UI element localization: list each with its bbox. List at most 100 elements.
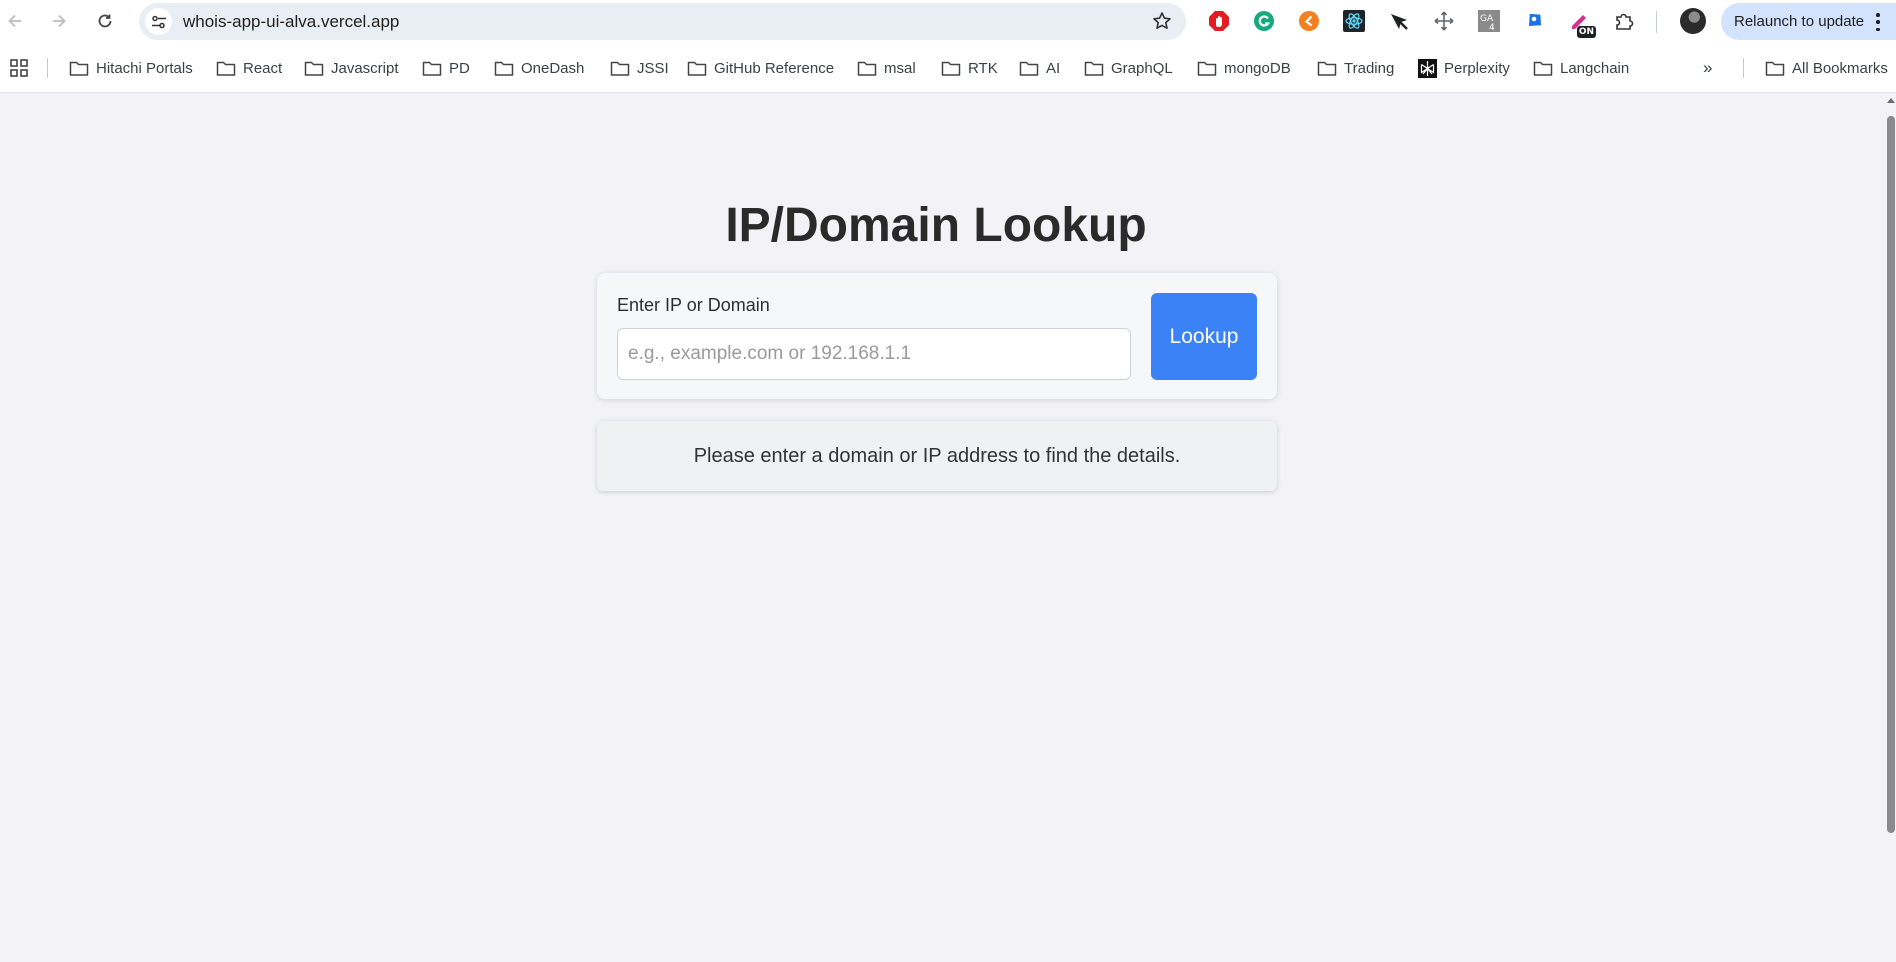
bookmark-react[interactable]: React <box>216 57 282 79</box>
forward-arrow-icon <box>53 14 66 28</box>
bookmarks-separator <box>1743 58 1744 78</box>
bookmark-perplexity[interactable]: Perplexity <box>1418 57 1510 79</box>
bookmark-label: JSSI <box>637 59 669 77</box>
move-cursor-icon <box>1434 11 1454 31</box>
bookmark-msal[interactable]: msal <box>857 57 916 79</box>
bookmark-github-reference[interactable]: GitHub Reference <box>687 57 834 79</box>
ga4-icon: GA4 <box>1478 10 1500 32</box>
more-menu-icon[interactable] <box>1875 13 1881 31</box>
react-devtools-icon <box>1343 10 1365 32</box>
bookmark-label: Langchain <box>1560 59 1630 77</box>
bookmark-trading[interactable]: Trading <box>1317 57 1394 79</box>
ga4-extension[interactable]: GA 4 <box>1477 9 1501 33</box>
profile-avatar[interactable] <box>1680 8 1706 34</box>
folder-icon <box>1197 61 1217 76</box>
scroll-thumb[interactable] <box>1887 116 1895 833</box>
bookmark-rtk[interactable]: RTK <box>941 57 998 79</box>
folder-icon <box>1019 61 1039 76</box>
page-title: IP/Domain Lookup <box>725 199 1147 252</box>
black-extension[interactable] <box>1387 9 1411 33</box>
bookmark-jssi[interactable]: JSSI <box>610 57 669 79</box>
folder-icon <box>1084 61 1104 76</box>
folder-icon <box>216 61 236 76</box>
bookmark-label: Javascript <box>331 59 399 77</box>
folder-icon <box>1765 61 1785 76</box>
reload-button[interactable] <box>91 8 119 34</box>
bookmark-mongodb[interactable]: mongoDB <box>1197 57 1291 79</box>
back-arrow-icon <box>8 14 21 28</box>
all-bookmarks-label: All Bookmarks <box>1792 59 1888 77</box>
folder-icon <box>304 61 324 76</box>
bookmarks-separator <box>47 58 48 78</box>
bookmark-label: GraphQL <box>1111 59 1173 77</box>
bookmark-star-button[interactable] <box>1152 11 1172 36</box>
bookmark-label: mongoDB <box>1224 59 1291 77</box>
lookup-button[interactable]: Lookup <box>1151 293 1257 380</box>
grammarly-extension[interactable] <box>1252 9 1276 33</box>
on-badge: ON <box>1576 26 1596 38</box>
url-text: whois-app-ui-alva.vercel.app <box>183 12 400 31</box>
ip-domain-input[interactable] <box>617 328 1131 380</box>
extensions-menu-button[interactable] <box>1612 9 1636 33</box>
star-icon <box>1153 12 1171 29</box>
bookmark-label: msal <box>884 59 916 77</box>
reload-icon <box>98 14 112 28</box>
back-button[interactable] <box>1 8 29 34</box>
svg-text:4: 4 <box>1489 23 1495 32</box>
bookmark-label: PD <box>449 59 470 77</box>
tag-assistant-icon <box>1529 13 1542 26</box>
relaunch-label: Relaunch to update <box>1734 13 1865 30</box>
page-scrollbar[interactable] <box>1885 94 1896 962</box>
browser-toolbar: whois-app-ui-alva.vercel.app GA 4 ON Rela… <box>0 0 1896 43</box>
folder-icon <box>941 61 961 76</box>
bookmark-label: AI <box>1046 59 1061 77</box>
orange-extension[interactable] <box>1297 9 1321 33</box>
grammarly-icon <box>1254 11 1274 31</box>
bookmark-ai[interactable]: AI <box>1019 57 1060 79</box>
bookmark-javascript[interactable]: Javascript <box>304 57 399 79</box>
bookmark-hitachi-portals[interactable]: Hitachi Portals <box>69 57 193 79</box>
bookmark-langchain[interactable]: Langchain <box>1533 57 1629 79</box>
extensions-puzzle-icon <box>1616 13 1634 30</box>
orange-extension-icon <box>1299 11 1319 31</box>
toolbar-separator <box>1656 11 1657 33</box>
move-cursor-extension[interactable] <box>1432 9 1456 33</box>
black-extension-icon <box>1391 14 1408 30</box>
scroll-up-arrow-icon[interactable] <box>1887 98 1895 103</box>
folder-icon <box>1317 61 1337 76</box>
folder-icon <box>687 61 707 76</box>
bookmark-label: Perplexity <box>1444 59 1510 77</box>
folder-icon <box>69 61 89 76</box>
folder-icon <box>857 61 877 76</box>
bookmarks-bar: Hitachi Portals React Javascript PD OneD… <box>0 43 1896 93</box>
relaunch-button[interactable]: Relaunch to update <box>1721 3 1896 40</box>
bookmark-onedash[interactable]: OneDash <box>494 57 584 79</box>
bookmark-pd[interactable]: PD <box>422 57 470 79</box>
on-toggle-extension[interactable]: ON <box>1567 9 1596 38</box>
react-devtools-extension[interactable] <box>1342 9 1366 33</box>
folder-icon <box>610 61 630 76</box>
folder-icon <box>494 61 514 76</box>
site-info-button[interactable] <box>145 8 172 35</box>
all-bookmarks-button[interactable]: All Bookmarks <box>1765 57 1888 79</box>
info-message: Please enter a domain or IP address to f… <box>693 444 1181 467</box>
forward-button[interactable] <box>45 8 73 34</box>
perplexity-icon <box>1418 58 1437 78</box>
info-message-box: Please enter a domain or IP address to f… <box>597 421 1277 491</box>
adblock-icon <box>1209 11 1229 31</box>
folder-icon <box>422 61 442 76</box>
bookmark-label: OneDash <box>521 59 585 77</box>
apps-grid-icon[interactable] <box>9 58 29 78</box>
bookmark-label: RTK <box>968 59 998 77</box>
bookmark-graphql[interactable]: GraphQL <box>1084 57 1173 79</box>
adblock-extension[interactable] <box>1207 9 1231 33</box>
bookmarks-overflow-button[interactable]: » <box>1703 58 1712 78</box>
bookmark-label: Hitachi Portals <box>96 59 193 77</box>
field-label: Enter IP or Domain <box>617 295 770 315</box>
address-bar[interactable]: whois-app-ui-alva.vercel.app <box>139 3 1186 40</box>
bookmark-label: Trading <box>1344 59 1395 77</box>
tag-assistant-extension[interactable] <box>1522 9 1546 33</box>
bookmark-label: GitHub Reference <box>714 59 835 77</box>
lookup-form-card: Enter IP or Domain Lookup <box>597 273 1277 399</box>
tune-icon <box>151 15 166 28</box>
